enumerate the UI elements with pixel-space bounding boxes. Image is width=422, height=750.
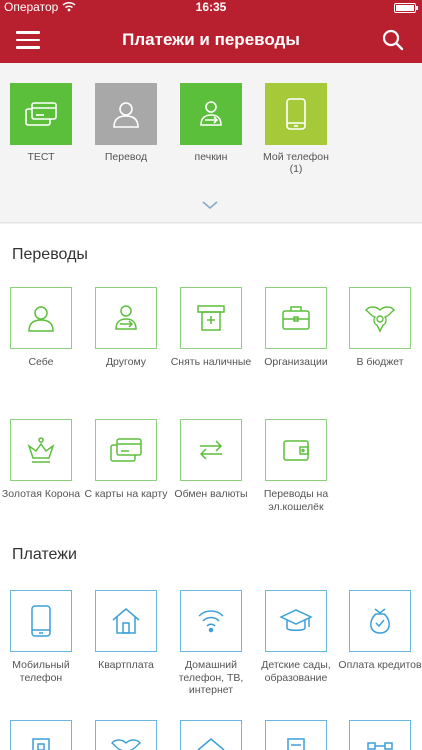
battery-icon: [394, 3, 418, 13]
item-label: Переводы на эл.кошелёк: [263, 488, 329, 513]
transfer-item-cash[interactable]: Снять наличные: [169, 287, 253, 369]
payment-item-education[interactable]: Детские сады, образование: [254, 590, 338, 684]
person-icon: [10, 287, 72, 349]
person-transfer-icon: [180, 83, 242, 145]
crown-icon: [10, 419, 72, 481]
briefcase-icon: [265, 287, 327, 349]
payment-item-rent[interactable]: Квартплата: [84, 590, 168, 672]
payment-item-loans[interactable]: Оплата кредитов: [338, 590, 422, 672]
item-label: В бюджет: [356, 356, 404, 368]
phone-icon: [265, 83, 327, 145]
payment-item-mobile[interactable]: Мобильный телефон: [0, 590, 83, 684]
wifi-icon: [180, 590, 242, 652]
transfer-item-budget[interactable]: В бюджет: [338, 287, 422, 369]
item-label: Квартплата: [98, 659, 154, 671]
emblem-icon: [349, 287, 411, 349]
section-title-payments: Платежи: [12, 546, 77, 563]
transfer-item-organization[interactable]: Организации: [254, 287, 338, 369]
payment-item-partial[interactable]: [169, 720, 253, 750]
house-icon: [180, 720, 242, 750]
transfer-item-exchange[interactable]: Обмен валюты: [169, 419, 253, 501]
item-label: Себе: [28, 356, 54, 368]
person-transfer-icon: [95, 287, 157, 349]
favorite-label: Мой телефон (1): [263, 151, 329, 175]
graduation-cap-icon: [265, 590, 327, 652]
favorite-label: ТЕСТ: [27, 151, 55, 163]
favorite-item[interactable]: ТЕСТ: [1, 83, 81, 163]
favorite-label: Перевод: [104, 151, 148, 163]
item-label: Оплата кредитов: [338, 659, 422, 671]
favorite-item[interactable]: Перевод: [86, 83, 166, 163]
transfer-item-self[interactable]: Себе: [0, 287, 83, 369]
item-label: Золотая Корона: [1, 488, 81, 500]
payment-item-partial[interactable]: [84, 720, 168, 750]
search-icon[interactable]: [382, 29, 404, 51]
payment-item-partial[interactable]: [338, 720, 422, 750]
transfer-item-zolotaya-korona[interactable]: Золотая Корона: [0, 419, 83, 501]
favorite-item[interactable]: печкин: [171, 83, 251, 163]
status-bar: Оператор 16:35: [0, 0, 422, 16]
item-label: Обмен валюты: [174, 488, 248, 500]
favorite-item[interactable]: Мой телефон (1): [256, 83, 336, 175]
page-title: Платежи и переводы: [122, 30, 300, 49]
favorite-label: печкин: [194, 151, 228, 163]
house-icon: [95, 590, 157, 652]
cards-icon: [95, 419, 157, 481]
item-label: С карты на карту: [84, 488, 168, 500]
wallet-icon: [265, 419, 327, 481]
atm-icon: [180, 287, 242, 349]
road-icon: [349, 720, 411, 750]
mobile-icon: [10, 590, 72, 652]
receipt-icon: [265, 720, 327, 750]
card-icon: [10, 83, 72, 145]
transfer-item-other[interactable]: Другому: [84, 287, 168, 369]
transfer-item-card-to-card[interactable]: С карты на карту: [84, 419, 168, 501]
payment-item-partial[interactable]: [0, 720, 83, 750]
item-label: Мобильный телефон: [12, 659, 70, 684]
item-label: Другому: [105, 356, 147, 368]
payment-item-partial[interactable]: [254, 720, 338, 750]
item-label: Снять наличные: [170, 356, 252, 368]
exchange-icon: [180, 419, 242, 481]
item-label: Домашний телефон, ТВ, интернет: [178, 659, 244, 696]
money-bag-icon: [349, 590, 411, 652]
navigation-bar: Платежи и переводы: [0, 16, 422, 63]
item-label: Организации: [264, 356, 328, 368]
document-icon: [10, 720, 72, 750]
clock: 16:35: [195, 0, 227, 14]
emblem-icon: [95, 720, 157, 750]
payment-item-home-phone[interactable]: Домашний телефон, ТВ, интернет: [169, 590, 253, 697]
main-content: Переводы Себе Другому Снять наличные Орг…: [0, 224, 422, 750]
chevron-down-icon[interactable]: [200, 198, 220, 210]
transfer-item-ewallet[interactable]: Переводы на эл.кошелёк: [254, 419, 338, 513]
person-icon: [95, 83, 157, 145]
favorites-panel: ТЕСТ Перевод печкин Мой телефон (1): [0, 63, 422, 223]
section-title-transfers: Переводы: [12, 246, 88, 263]
item-label: Детские сады, образование: [261, 659, 331, 684]
